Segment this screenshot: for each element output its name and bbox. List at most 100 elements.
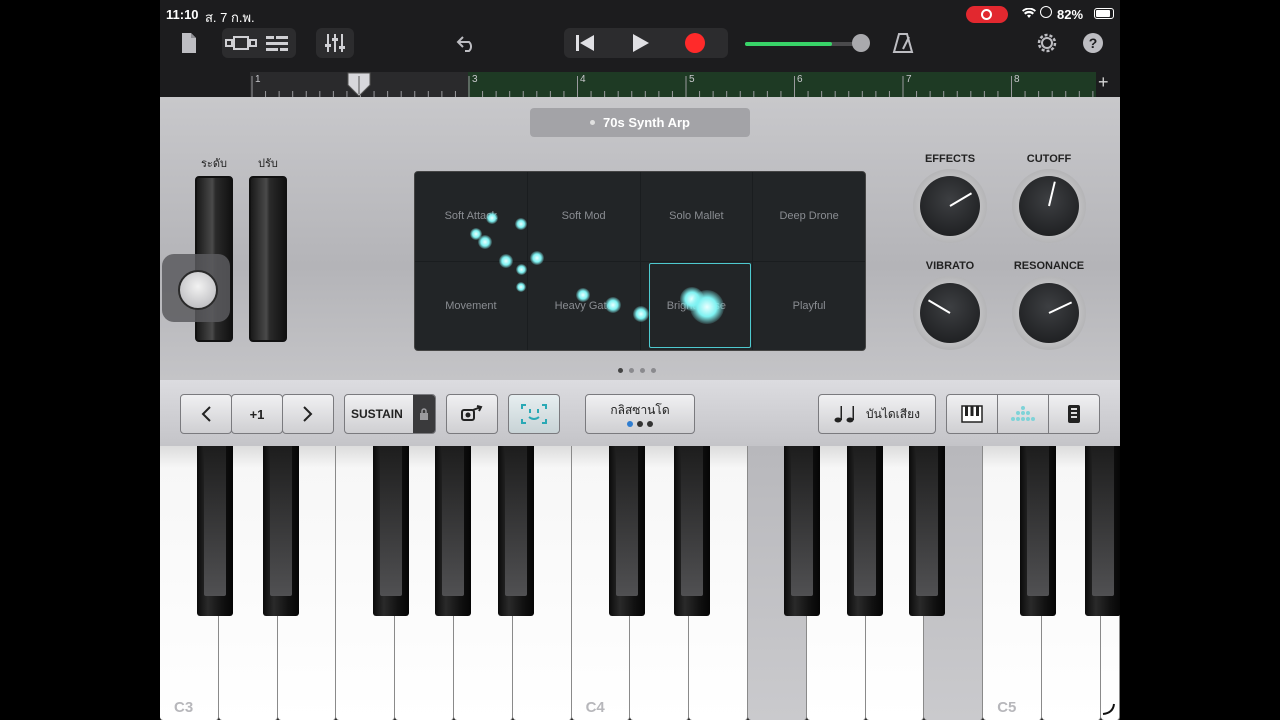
piano-keys-icon bbox=[961, 405, 983, 423]
chevron-left-icon bbox=[201, 406, 211, 422]
knob-indicator bbox=[1048, 181, 1056, 207]
trail-dot bbox=[576, 288, 590, 302]
chevron-right-icon bbox=[303, 406, 313, 422]
scale-button[interactable]: บันไดเสียง bbox=[818, 394, 936, 434]
view-toggle-group bbox=[222, 28, 296, 58]
page-dot bbox=[629, 368, 634, 373]
pad-playful[interactable]: Playful bbox=[753, 261, 865, 350]
master-volume-knob[interactable] bbox=[852, 34, 870, 52]
touch-point bbox=[690, 290, 724, 324]
bar-number: 6 bbox=[797, 74, 803, 85]
metronome-icon bbox=[892, 33, 914, 53]
preset-pad-grid[interactable]: Soft Attack Soft Mod Solo Mallet Deep Dr… bbox=[414, 171, 866, 351]
sustain-label: SUSTAIN bbox=[351, 407, 403, 421]
recording-indicator bbox=[966, 6, 1008, 23]
help-button[interactable]: ? bbox=[1078, 28, 1108, 58]
pad-movement[interactable]: Movement bbox=[415, 261, 527, 350]
controls-view-button[interactable] bbox=[1048, 394, 1100, 434]
assistive-touch-button[interactable] bbox=[162, 254, 230, 322]
status-time: 11:10 bbox=[166, 7, 199, 22]
mixer-button[interactable] bbox=[316, 28, 354, 58]
resonance-knob[interactable] bbox=[1012, 276, 1086, 350]
record-button[interactable] bbox=[684, 32, 706, 59]
undo-icon bbox=[456, 36, 472, 52]
status-date: ส. 7 ก.พ. bbox=[205, 10, 255, 25]
key-d-sharp3[interactable] bbox=[263, 446, 299, 616]
settings-button[interactable] bbox=[1032, 28, 1062, 58]
timeline-ruler[interactable]: 1 2 3 4 5 6 7 8 + bbox=[160, 72, 1120, 97]
key-g-sharp4[interactable] bbox=[847, 446, 883, 616]
tracks-view-button[interactable] bbox=[259, 35, 295, 51]
ruler-lane: 1 2 3 4 5 6 7 8 bbox=[250, 72, 1096, 97]
octave-up-button[interactable] bbox=[282, 394, 334, 434]
key-d-sharp4[interactable] bbox=[674, 446, 710, 616]
effects-knob[interactable] bbox=[913, 169, 987, 243]
metronome-button[interactable] bbox=[888, 28, 918, 58]
key-f-sharp4[interactable] bbox=[784, 446, 820, 616]
dot-grid-icon bbox=[1011, 406, 1035, 421]
play-button[interactable] bbox=[630, 33, 650, 58]
arpeggiator-icon bbox=[461, 405, 483, 421]
cutoff-knob[interactable] bbox=[1012, 169, 1086, 243]
octave-down-button[interactable] bbox=[180, 394, 232, 434]
preset-selector[interactable]: 70s Synth Arp bbox=[530, 108, 750, 137]
key-g-sharp3[interactable] bbox=[435, 446, 471, 616]
glissando-label: กลิสซานโด bbox=[610, 402, 670, 417]
face-control-button[interactable] bbox=[508, 394, 560, 434]
pad-soft-attack[interactable]: Soft Attack bbox=[415, 172, 527, 261]
octave-label: C4 bbox=[585, 699, 605, 716]
key-c-sharp5[interactable] bbox=[1020, 446, 1056, 616]
master-volume-fill bbox=[745, 42, 833, 46]
battery-icon bbox=[1094, 8, 1114, 19]
rewind-icon bbox=[576, 35, 594, 51]
undo-button[interactable] bbox=[452, 28, 482, 58]
resize-handle-icon[interactable] bbox=[1100, 702, 1116, 716]
cutoff-label: CUTOFF bbox=[1026, 153, 1072, 165]
face-tracking-icon bbox=[521, 404, 547, 424]
key-a-sharp3[interactable] bbox=[498, 446, 534, 616]
add-section-button[interactable]: + bbox=[1098, 72, 1109, 93]
pad-soft-mod[interactable]: Soft Mod bbox=[527, 172, 640, 261]
transport-controls bbox=[564, 28, 728, 58]
pad-heavy-gate[interactable]: Heavy Gate bbox=[527, 261, 640, 350]
vibrato-knob[interactable] bbox=[913, 276, 987, 350]
trail-dot bbox=[499, 254, 513, 268]
level-wheel-label: ระดับ bbox=[201, 158, 227, 170]
status-bar: 11:10 ส. 7 ก.พ. 82% bbox=[160, 0, 1120, 28]
view-toggle-button[interactable] bbox=[223, 36, 259, 50]
knob-indicator bbox=[949, 192, 973, 207]
pad-solo-mallet[interactable]: Solo Mallet bbox=[640, 172, 753, 261]
keyboard-view-button[interactable] bbox=[946, 394, 998, 434]
arpeggio-view-button[interactable] bbox=[997, 394, 1049, 434]
playhead-handle[interactable] bbox=[347, 72, 371, 97]
bar-number: 8 bbox=[1014, 74, 1020, 85]
tune-wheel[interactable] bbox=[249, 176, 287, 342]
master-volume-slider[interactable] bbox=[745, 42, 857, 46]
battery-percent: 82% bbox=[1057, 7, 1084, 22]
vibrato-label: VIBRATO bbox=[925, 260, 975, 272]
key-c-sharp4[interactable] bbox=[609, 446, 645, 616]
sustain-button[interactable]: SUSTAIN bbox=[344, 394, 436, 434]
octave-value: +1 bbox=[231, 394, 283, 434]
key-c-sharp3[interactable] bbox=[197, 446, 233, 616]
lock-icon bbox=[420, 408, 428, 420]
sustain-lock-button[interactable] bbox=[413, 395, 435, 433]
page-indicator[interactable] bbox=[618, 368, 656, 373]
pad-deep-drone[interactable]: Deep Drone bbox=[753, 172, 865, 261]
help-icon: ? bbox=[1083, 33, 1103, 53]
key-a-sharp4[interactable] bbox=[909, 446, 945, 616]
rewind-button[interactable] bbox=[574, 33, 596, 58]
document-icon bbox=[182, 33, 196, 53]
key-d-sharp5[interactable] bbox=[1085, 446, 1120, 616]
document-button[interactable] bbox=[174, 28, 204, 58]
page-dot bbox=[618, 368, 623, 373]
glissando-dots-icon bbox=[627, 420, 653, 427]
tracks-icon bbox=[266, 36, 288, 51]
octave-label: C5 bbox=[997, 699, 1017, 716]
knob-indicator bbox=[927, 299, 951, 314]
tune-wheel-label: ปรับ bbox=[258, 158, 278, 170]
toolbar: ? bbox=[160, 28, 1120, 72]
key-f-sharp3[interactable] bbox=[373, 446, 409, 616]
arpeggiator-button[interactable] bbox=[446, 394, 498, 434]
glissando-button[interactable]: กลิสซานโด bbox=[585, 394, 695, 434]
